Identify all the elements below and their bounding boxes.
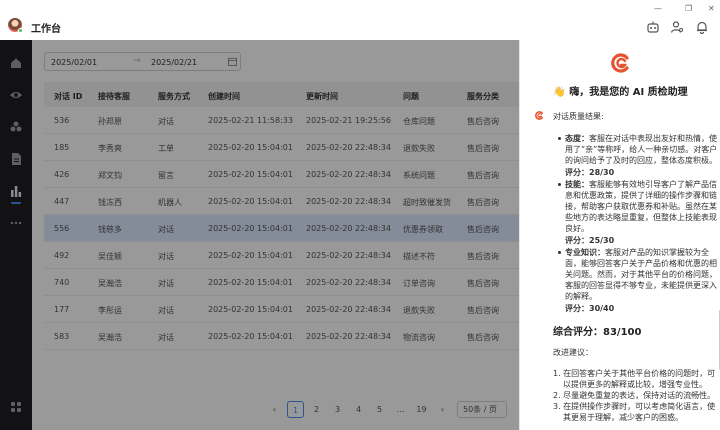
- knowledge-line: 专业知识：客服对产品的知识掌握较为全: [565, 247, 709, 258]
- minimize-button[interactable]: —: [654, 4, 662, 13]
- bullet: [558, 183, 561, 186]
- attitude-score: 评分：28/30: [565, 168, 615, 177]
- brand-logo-icon: [611, 53, 629, 73]
- bullet: [558, 137, 561, 140]
- skill-text: 息和优惠政策，提供了详细的操作步骤和链: [565, 191, 717, 200]
- online-status-dot: [18, 28, 23, 33]
- attitude-line: 态度：客服在对话中表现出友好和热情，使: [565, 133, 717, 144]
- suggestion-label: 改进建议：: [553, 348, 593, 357]
- title-bar: 工作台 — ❐ ✕: [0, 0, 720, 40]
- skill-text: 些地方的表达略显重复，但整体上技能表现: [565, 213, 717, 222]
- avatar[interactable]: [8, 18, 23, 33]
- restore-button[interactable]: ❐: [685, 4, 692, 13]
- skill-score: 评分：25/30: [565, 236, 615, 245]
- knowledge-text: 面，能够回答客户关于产品价格和优惠的相: [565, 259, 717, 268]
- total-score: 综合评分：83/100: [553, 327, 642, 338]
- attitude-text: 的询问给予了及时的回应，整体态度积极。: [565, 156, 717, 165]
- suggestion-text: 3. 在提供操作步骤时，可以考虑简化语言，使: [553, 402, 716, 411]
- suggestion-text: 以提供更多的解释或比较，增强专业性。: [563, 380, 707, 389]
- close-button[interactable]: ✕: [708, 4, 715, 13]
- attitude-text: 用了“亲”等称呼，给人一种亲切感。对客户: [565, 145, 718, 154]
- app-title: 工作台: [31, 24, 61, 35]
- knowledge-text: 客服对产品的知识掌握较为全: [605, 248, 709, 257]
- robot-icon[interactable]: [646, 20, 660, 34]
- suggestion-text: 1. 在回答客户关于其他平台价格的问题时，可: [553, 369, 716, 378]
- attitude-label: 态度：: [565, 134, 589, 143]
- assistant-greeting: 👋 嗨，我是您的 AI 质检助理: [553, 87, 688, 98]
- knowledge-text: 客服的回答显得不够专业，未能提供更深入: [565, 281, 717, 290]
- knowledge-text: 关问题。然而，对于其他平台的价格问题，: [565, 270, 717, 279]
- modal-overlay[interactable]: [0, 40, 519, 430]
- knowledge-text: 的解释。: [565, 292, 597, 301]
- suggestion-text: 2. 尽量避免重复的表达，保持对话的流畅性。: [553, 391, 716, 400]
- suggestion-text: 其更易于理解，减少客户的困惑。: [563, 413, 683, 422]
- skill-text: 良好。: [565, 224, 589, 233]
- bell-icon[interactable]: [695, 20, 709, 34]
- skill-text: 客服能够有效地引导客户了解产品信: [589, 180, 717, 189]
- knowledge-score: 评分：30/40: [565, 304, 615, 313]
- result-label: 对话质量结果:: [553, 112, 604, 121]
- assistant-avatar-icon: [535, 111, 543, 120]
- bullet: [558, 251, 561, 254]
- skill-text: 接，帮助客户获取优惠券和补贴。虽然在某: [565, 202, 717, 211]
- skill-line: 技能：客服能够有效地引导客户了解产品信: [565, 179, 717, 190]
- attitude-text: 客服在对话中表现出友好和热情，使: [589, 134, 717, 143]
- skill-label: 技能：: [565, 180, 589, 189]
- knowledge-label: 专业知识：: [565, 248, 605, 257]
- user-settings-icon[interactable]: [670, 20, 684, 34]
- ai-assistant-panel: 👋 嗨，我是您的 AI 质检助理 对话质量结果: 态度：客服在对话中表现出友好和…: [519, 40, 720, 430]
